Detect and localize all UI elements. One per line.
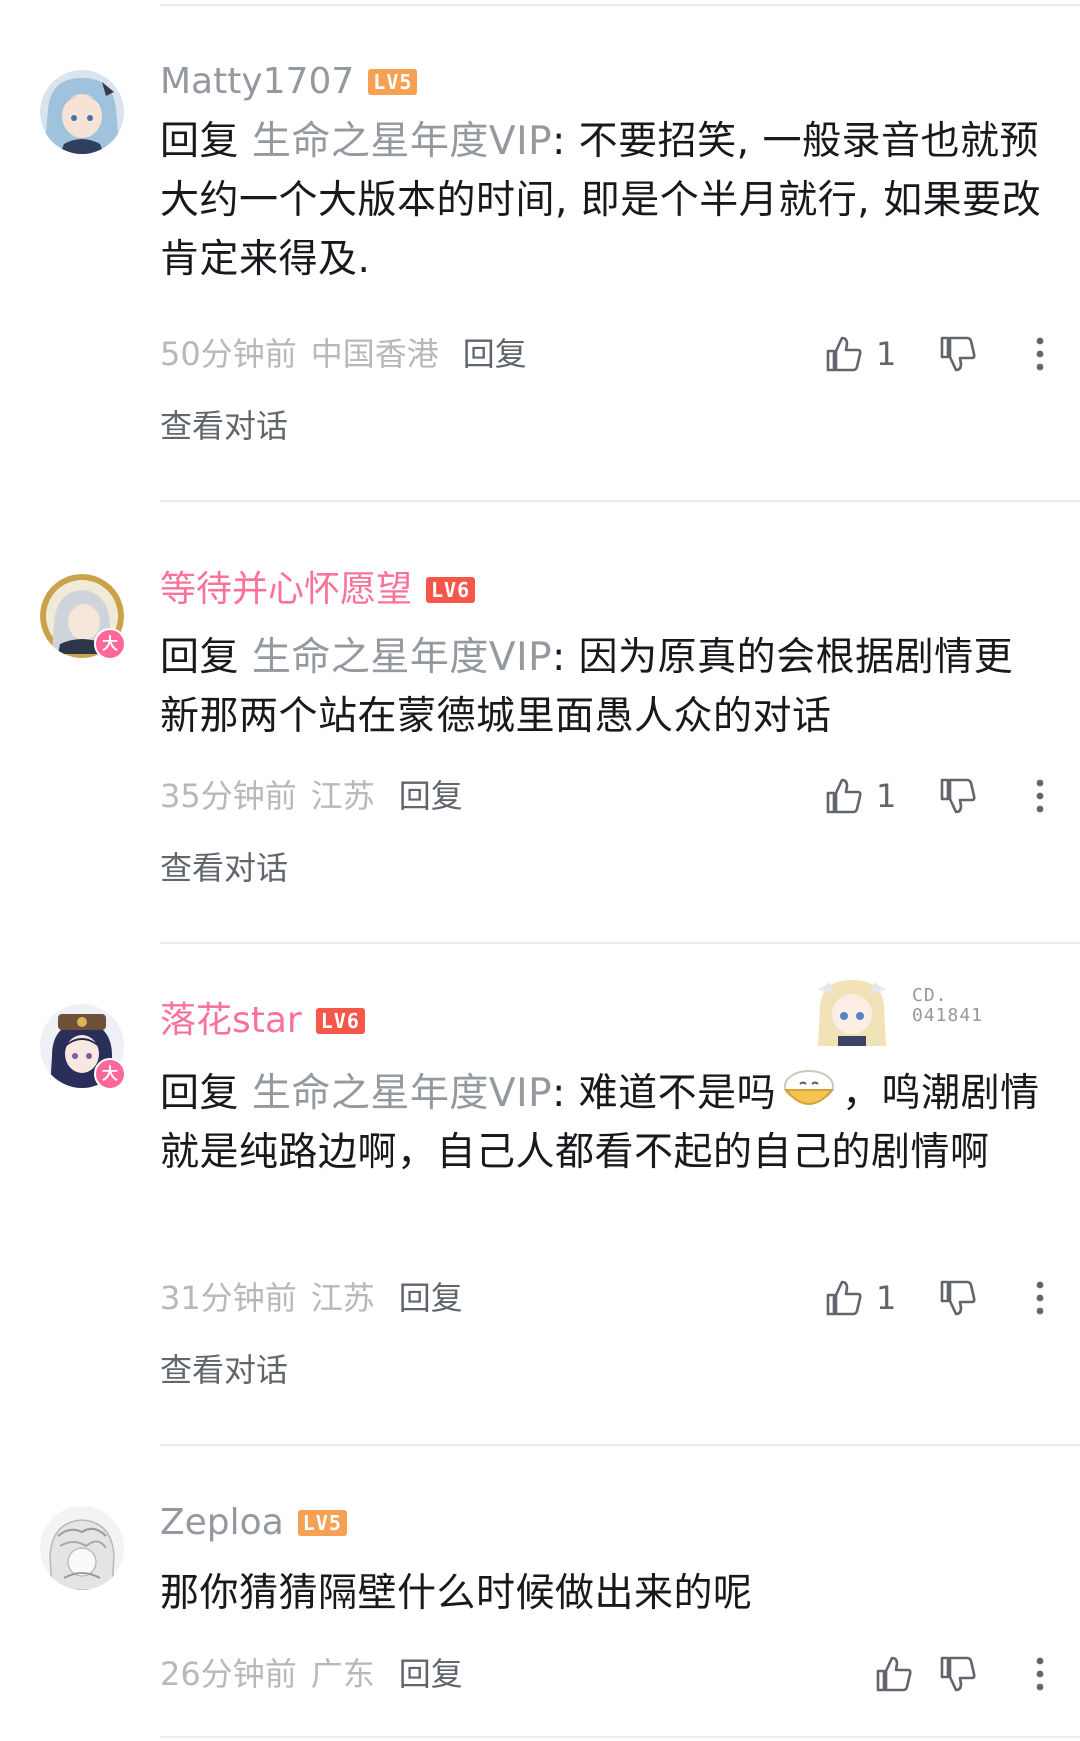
thumbs-down-icon [940,778,976,814]
username-row: Matty1707 LV5 [160,59,418,104]
username[interactable]: Matty1707 [160,60,354,104]
decoration-character-icon [818,980,886,1046]
reply-button[interactable]: 回复 [399,1655,463,1693]
ip-location: 江苏 [310,1279,375,1317]
username-row: 等待并心怀愿望 LV6 [160,567,476,612]
username-row: Zeploa LV5 [160,1500,347,1545]
divider [160,500,1080,502]
username[interactable]: 落花star [160,999,302,1043]
comment-text: 回复 生命之星年度VIP: 因为原真的会根据剧情更新那两个站在蒙德城里面愚人众的… [160,628,1050,746]
avatar[interactable]: 大 [40,574,126,660]
reply-button[interactable]: 回复 [463,335,527,373]
reply-prefix: 回复 [160,119,240,164]
comment-meta: 50分钟前 中国香港 回复 [160,334,527,374]
avatar[interactable] [40,70,124,154]
bowl-emoji-icon [784,1070,835,1105]
mention-link[interactable]: 生命之星年度VIP [252,119,552,164]
like-count: 1 [876,1279,897,1317]
username[interactable]: Zeploa [160,1501,284,1545]
comment-actions [824,1654,1050,1694]
divider [160,1736,1080,1738]
comment-meta: 26分钟前 广东 回复 [160,1654,463,1694]
thumbs-down-icon [940,1656,976,1692]
like-button[interactable]: 1 [824,1278,914,1318]
comment-actions: 1 [824,334,1050,374]
view-conversation-link[interactable]: 查看对话 [160,1350,288,1390]
decoration-code: CD. 041841 [912,986,983,1026]
thumbs-up-icon [876,1656,912,1692]
vip-badge: 大 [94,1058,126,1090]
username[interactable]: 等待并心怀愿望 [160,568,412,612]
decoration-card[interactable]: CD. 041841 [812,976,992,1050]
view-conversation-link[interactable]: 查看对话 [160,848,288,888]
decoration-code-line: CD. [912,985,948,1006]
divider [160,942,1080,944]
timestamp: 35分钟前 [160,777,297,815]
level-badge: LV5 [297,1510,347,1536]
thumbs-down-icon [940,1280,976,1316]
comment-actions: 1 [824,1278,1050,1318]
like-button[interactable]: 1 [824,776,914,816]
comment-text: 回复 生命之星年度VIP: 不要招笑, 一般录音也就预大约一个大版本的时间, 即… [160,112,1050,289]
level-badge: LV6 [426,577,476,603]
vip-badge: 大 [94,628,126,660]
like-button[interactable] [824,1654,914,1694]
more-options-button[interactable] [1030,779,1050,813]
timestamp: 31分钟前 [160,1279,297,1317]
dislike-button[interactable] [938,334,986,374]
dislike-button[interactable] [938,776,986,816]
ip-location: 中国香港 [310,335,439,373]
comment-meta: 35分钟前 江苏 回复 [160,776,463,816]
avatar-image [40,1506,124,1590]
more-options-button[interactable] [1030,1657,1050,1691]
avatar-image [40,70,124,154]
comment-text: 那你猜猜隔壁什么时候做出来的呢 [160,1564,1050,1623]
thumbs-up-icon [826,1280,862,1316]
more-options-button[interactable] [1030,337,1050,371]
divider [160,4,1080,6]
reply-prefix: 回复 [160,635,240,680]
mention-link[interactable]: 生命之星年度VIP [252,635,552,680]
comment-text: 回复 生命之星年度VIP: 难道不是吗 ，鸣潮剧情就是纯路边啊，自己人都看不起的自… [160,1064,1050,1182]
view-conversation-link[interactable]: 查看对话 [160,406,288,446]
more-vertical-icon [1036,337,1044,371]
level-badge: LV5 [368,69,418,95]
more-vertical-icon [1036,779,1044,813]
thumbs-up-icon [826,778,862,814]
comment-content: : 难道不是吗 [552,1071,777,1116]
comment-meta: 31分钟前 江苏 回复 [160,1278,463,1318]
more-vertical-icon [1036,1657,1044,1691]
timestamp: 26分钟前 [160,1655,297,1693]
reply-button[interactable]: 回复 [399,1279,463,1317]
dislike-button[interactable] [938,1654,986,1694]
reply-prefix: 回复 [160,1071,240,1116]
divider [160,1444,1080,1446]
decoration-code-line: 041841 [912,1005,984,1026]
ip-location: 江苏 [310,777,375,815]
username-row: 落花star LV6 [160,998,365,1043]
mention-link[interactable]: 生命之星年度VIP [252,1071,552,1116]
thumbs-up-icon [826,336,862,372]
like-button[interactable]: 1 [824,334,914,374]
like-count: 1 [876,777,897,815]
more-vertical-icon [1036,1281,1044,1315]
more-options-button[interactable] [1030,1281,1050,1315]
level-badge: LV6 [315,1008,365,1034]
reply-button[interactable]: 回复 [399,777,463,815]
comment-actions: 1 [824,776,1050,816]
avatar[interactable] [40,1506,124,1590]
dislike-button[interactable] [938,1278,986,1318]
avatar[interactable]: 大 [40,1004,126,1090]
comment-content: 那你猜猜隔壁什么时候做出来的呢 [160,1571,753,1616]
ip-location: 广东 [310,1655,375,1693]
timestamp: 50分钟前 [160,335,297,373]
thumbs-down-icon [940,336,976,372]
like-count: 1 [876,335,897,373]
